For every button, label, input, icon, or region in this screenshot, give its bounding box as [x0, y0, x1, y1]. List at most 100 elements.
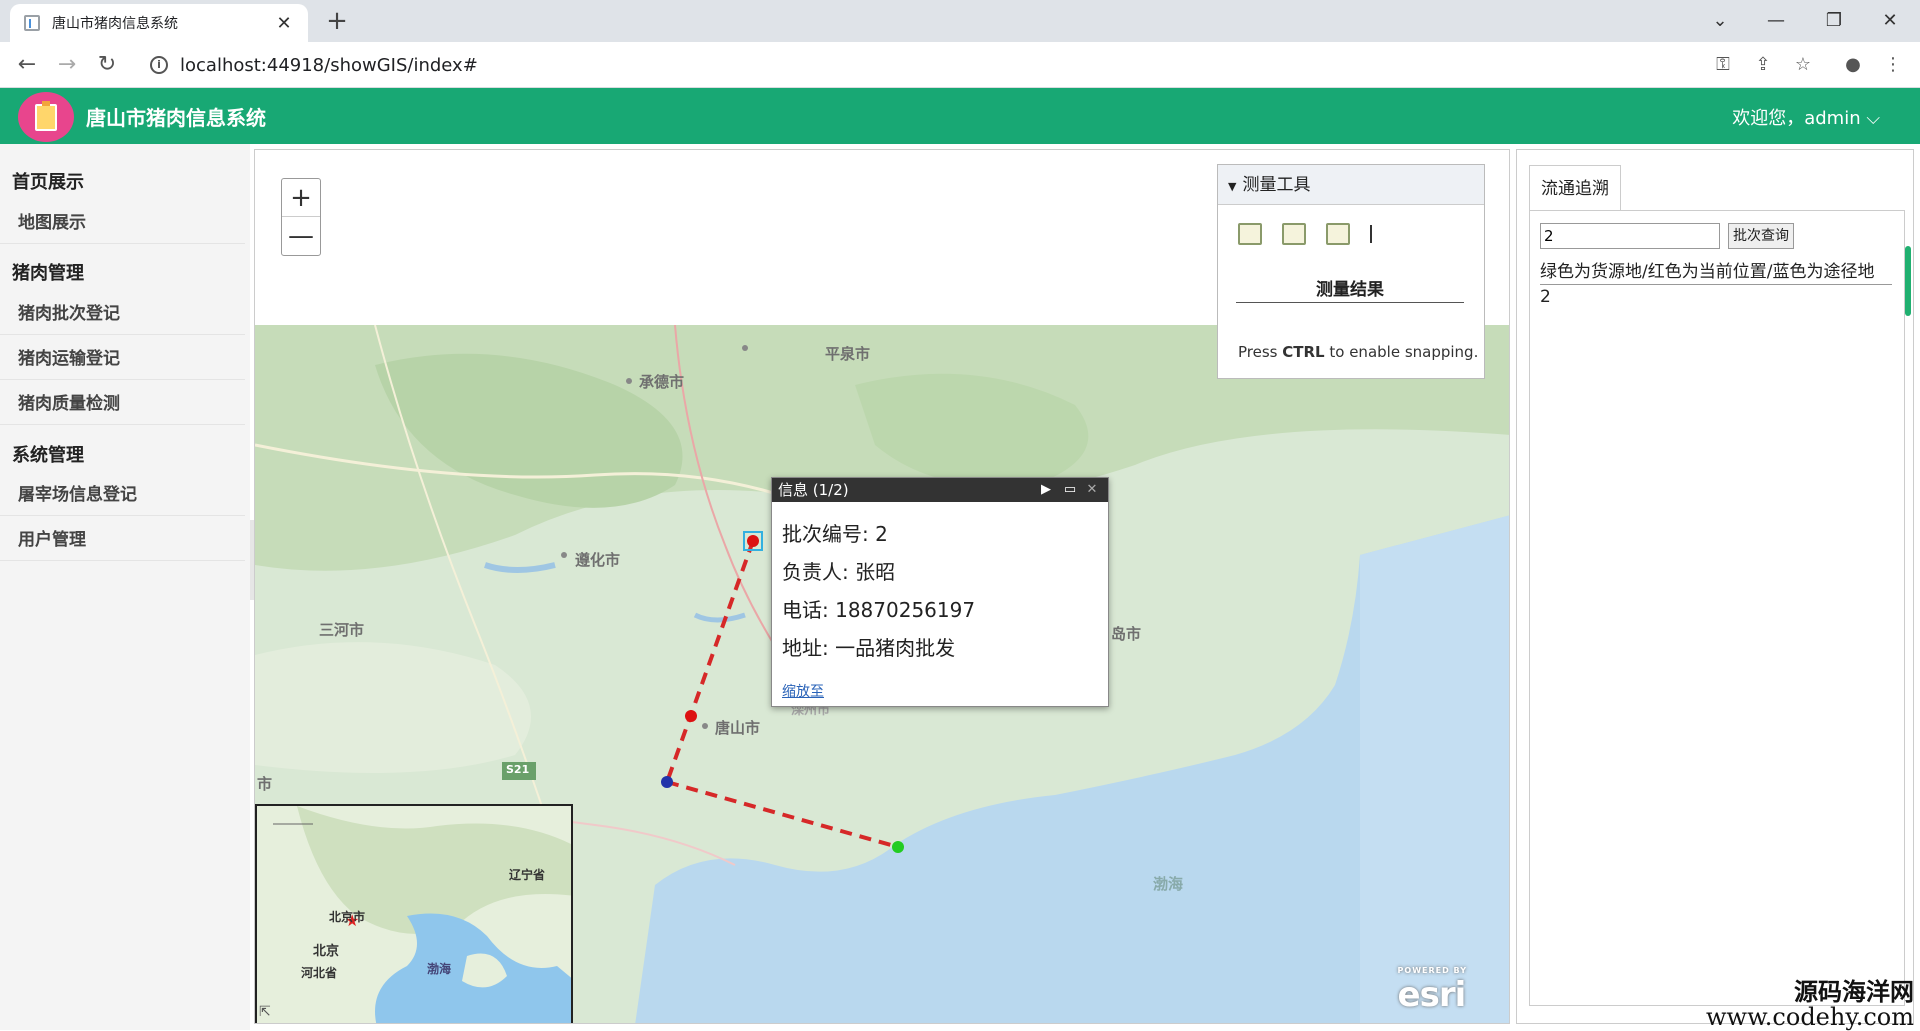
overview-label-beijing-city: 北京市: [329, 908, 365, 925]
forward-icon[interactable]: →: [52, 50, 82, 80]
distance-measure-icon[interactable]: [1282, 223, 1306, 245]
current-location-marker[interactable]: [747, 535, 759, 547]
watermark: 源码海洋网 www.codehy.com: [1706, 980, 1914, 1030]
measurement-result-title: 测量结果: [1236, 275, 1464, 303]
area-measure-icon[interactable]: [1238, 223, 1262, 245]
popup-close-icon[interactable]: ✕: [1082, 478, 1102, 502]
sidebar-group-pork[interactable]: 猪肉管理: [12, 259, 84, 285]
app-header: 唐山市猪肉信息系统 欢迎您，admin ⌵: [0, 88, 1920, 144]
zoom-to-link[interactable]: 缩放至: [782, 681, 824, 701]
snapping-hint-prefix: Press: [1238, 343, 1282, 361]
esri-powered-by: POWERED BY: [1398, 966, 1467, 975]
map-label-road: S21: [506, 763, 529, 776]
tab-trace[interactable]: 流通追溯: [1529, 165, 1621, 211]
esri-logo: POWERED BY esri: [1398, 966, 1467, 1015]
toolbar-separator: [1370, 225, 1372, 243]
location-measure-icon[interactable]: [1326, 223, 1350, 245]
map-label-pingquan: 平泉市: [825, 343, 870, 364]
measurement-title: 测量工具: [1242, 175, 1310, 195]
trace-legend: 绿色为货源地/红色为当前位置/蓝色为途径地: [1540, 257, 1892, 285]
overview-toggle-icon[interactable]: ⇱: [259, 1004, 271, 1020]
restore-icon[interactable]: ❐: [1814, 6, 1854, 36]
next-feature-icon[interactable]: ▶: [1036, 478, 1056, 502]
trace-body: 批次查询 绿色为货源地/红色为当前位置/蓝色为途径地 2: [1529, 210, 1905, 1006]
app-title: 唐山市猪肉信息系统: [86, 102, 266, 131]
browser-tab[interactable]: 唐山市猪肉信息系统 ✕: [10, 4, 308, 42]
sidebar-group-home[interactable]: 首页展示: [12, 168, 84, 194]
route-point-marker[interactable]: [685, 710, 697, 722]
measurement-widget: ▼ 测量工具 测量结果 Press CTRL to enable snapping…: [1217, 164, 1485, 379]
snapping-hint: Press CTRL to enable snapping.: [1238, 343, 1478, 361]
reload-icon[interactable]: ↻: [92, 50, 122, 80]
watermark-line2: www.codehy.com: [1706, 1005, 1914, 1030]
popup-header: 信息 (1/2) ▶ ▭ ✕: [772, 478, 1108, 502]
overview-label-hebei: 河北省: [301, 964, 337, 981]
window-close-icon[interactable]: ✕: [1870, 6, 1910, 36]
minimize-icon[interactable]: —: [1756, 6, 1796, 36]
browser-tabbar: 唐山市猪肉信息系统 ✕ + ⌄ — ❐ ✕: [0, 0, 1920, 42]
address-bar[interactable]: i localhost:44918/showGIS/index#: [136, 47, 1716, 83]
sidebar-item-slaughterhouse[interactable]: 屠宰场信息登记: [0, 474, 245, 516]
map-label-bohai: 渤海: [1153, 873, 1183, 894]
info-popup: 信息 (1/2) ▶ ▭ ✕ 批次编号: 2 负责人: 张昭 电话: 18870…: [771, 477, 1109, 707]
trace-panel: 流通追溯 批次查询 绿色为货源地/红色为当前位置/蓝色为途径地 2: [1516, 149, 1914, 1024]
popup-title: 信息 (1/2): [778, 481, 849, 499]
site-info-icon[interactable]: i: [150, 56, 168, 74]
batch-query-button[interactable]: 批次查询: [1728, 223, 1794, 249]
back-icon[interactable]: ←: [12, 50, 42, 80]
tab-close-icon[interactable]: ✕: [274, 13, 294, 34]
popup-batch: 批次编号: 2: [782, 518, 888, 547]
caret-down-icon: ▼: [1228, 180, 1236, 193]
tab-title: 唐山市猪肉信息系统: [52, 13, 274, 33]
esri-wordmark: esri: [1398, 975, 1467, 1015]
measurement-header[interactable]: ▼ 测量工具: [1218, 165, 1484, 205]
menu-kebab-icon[interactable]: ⋮: [1878, 50, 1908, 80]
app-logo-icon: [18, 92, 74, 142]
trace-result: 2: [1540, 287, 1551, 307]
sidebar-item-map[interactable]: 地图展示: [0, 202, 245, 244]
map-label-tangshan: 唐山市: [715, 717, 760, 738]
map-label-sanhe: 三河市: [319, 619, 364, 640]
overview-label-liaoning: 辽宁省: [509, 866, 545, 883]
map-label-city-edge: 市: [257, 773, 272, 794]
user-menu[interactable]: 欢迎您，admin ⌵: [1732, 104, 1880, 130]
snapping-hint-suffix: to enable snapping.: [1325, 343, 1479, 361]
zoom-in-button[interactable]: +: [282, 179, 320, 217]
sidebar-item-quality-check[interactable]: 猪肉质量检测: [0, 383, 245, 425]
maximize-icon[interactable]: ▭: [1060, 478, 1080, 502]
zoom-control: + —: [281, 178, 321, 256]
watermark-line1: 源码海洋网: [1706, 980, 1914, 1005]
chevron-down-icon: ⌵: [1861, 108, 1880, 129]
page-favicon-icon: [24, 15, 40, 31]
overview-label-beijing: 北京: [313, 940, 339, 959]
overview-map[interactable]: ★ 辽宁省 北京市 北京 河北省 渤海 ⇱: [255, 804, 573, 1024]
snapping-hint-key: CTRL: [1282, 343, 1324, 361]
sidebar-item-transport-register[interactable]: 猪肉运输登记: [0, 338, 245, 380]
zoom-out-button[interactable]: —: [282, 217, 320, 255]
key-icon[interactable]: ⚿: [1708, 50, 1738, 80]
popup-owner: 负责人: 张昭: [782, 556, 895, 585]
waypoint-marker[interactable]: [661, 776, 673, 788]
origin-marker[interactable]: [892, 841, 904, 853]
measurement-tools: [1238, 223, 1372, 245]
overview-basemap: ★: [257, 806, 573, 1024]
overview-label-bohai: 渤海: [427, 960, 451, 977]
map-label-daoshi: 岛市: [1111, 623, 1141, 644]
new-tab-button[interactable]: +: [322, 6, 352, 36]
map-panel: 平泉市 承德市 遵化市 三河市 唐山市 岛市 渤海 S21 市 滦州市 + — …: [254, 149, 1510, 1024]
profile-icon[interactable]: ●: [1838, 50, 1868, 80]
tab-search-icon[interactable]: ⌄: [1700, 6, 1740, 36]
bookmark-star-icon[interactable]: ☆: [1788, 50, 1818, 80]
map-label-chengde: 承德市: [639, 371, 684, 392]
batch-number-input[interactable]: [1540, 223, 1720, 249]
map-label-zunhua: 遵化市: [575, 549, 620, 570]
scrollbar-thumb[interactable]: [1905, 246, 1911, 316]
browser-toolbar: ← → ↻ i localhost:44918/showGIS/index# ⚿…: [0, 42, 1920, 88]
welcome-text: 欢迎您，admin: [1732, 108, 1860, 129]
address-url: localhost:44918/showGIS/index#: [180, 55, 478, 76]
share-icon[interactable]: ⇪: [1748, 50, 1778, 80]
popup-phone: 电话: 18870256197: [782, 594, 975, 623]
sidebar-item-batch-register[interactable]: 猪肉批次登记: [0, 293, 245, 335]
sidebar-group-system[interactable]: 系统管理: [12, 441, 84, 467]
sidebar-item-user-management[interactable]: 用户管理: [0, 519, 245, 561]
